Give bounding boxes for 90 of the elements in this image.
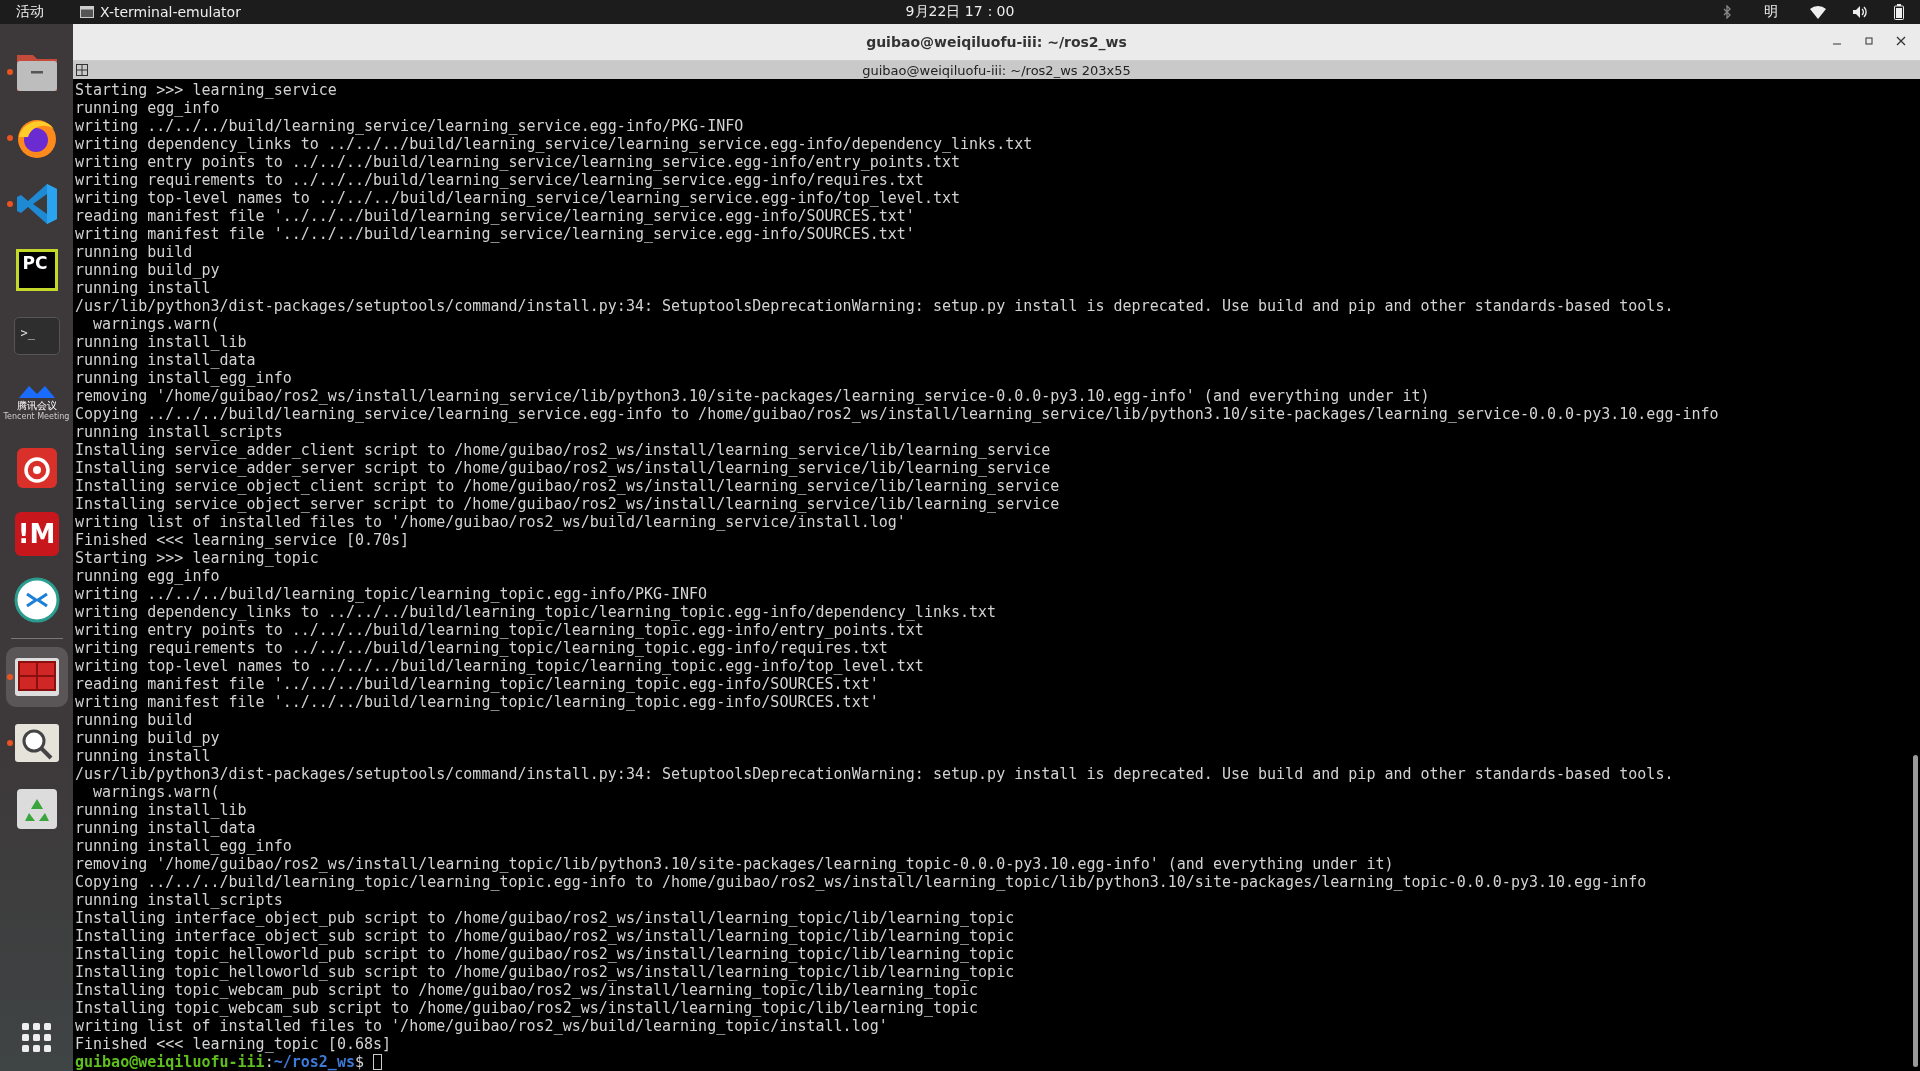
volume-icon[interactable] <box>1852 5 1868 19</box>
terminal-icon[interactable]: >_ <box>13 317 60 355</box>
terminal-line: Finished <<< learning_topic [0.68s] <box>75 1035 393 1053</box>
ide-logo-text: PC <box>22 255 48 272</box>
clock[interactable]: 9月22日 17：00 <box>899 3 1021 21</box>
terminal-line: Installing interface_object_pub script to /home/guibao/ros2_ws/install/learning_topic/lib/learning_topic <box>75 909 1016 927</box>
terminal-header: guibao@weiqiluofu-iii: ~/ros2_ws 203x55 <box>862 62 1131 78</box>
terminal-line: writing list of installed files to '/home/guibao/ros2_ws/build/learning_service/install.log' <box>75 513 907 531</box>
terminal-line: writing entry points to ../../../build/learning_topic/learning_topic.egg-info/entry_points.txt <box>75 621 925 639</box>
bluetooth-icon[interactable] <box>1722 5 1732 19</box>
terminal-line: removing '/home/guibao/ros2_ws/install/learning_service/lib/python3.10/site-packages/learning_service-0.0.0-py3.10.egg-info' (and everything under it) <box>75 387 1431 405</box>
maximize-button[interactable] <box>1862 34 1876 48</box>
terminal-line: writing dependency_links to ../../../build/learning_service/learning_service.egg-info/dependency_links.txt <box>75 135 1034 153</box>
minimize-icon <box>1833 43 1841 45</box>
text-cursor <box>373 1054 382 1070</box>
terminal-line: Installing topic_helloworld_pub script to /home/guibao/ros2_ws/install/learning_topic/lib/learning_topic <box>75 945 1016 963</box>
meeting-label: 腾讯会议 <box>16 399 57 412</box>
app-grid-icon[interactable] <box>21 1023 52 1053</box>
mail-logo-text: !M <box>17 519 56 549</box>
remote-desktop-icon[interactable] <box>13 577 60 623</box>
prompt-line: guibao@weiqiluofu-iii:~/ros2_ws$ <box>75 1053 364 1071</box>
terminal-line: Installing service_adder_server script to /home/guibao/ros2_ws/install/learning_service/lib/learning_service <box>75 459 1052 477</box>
terminal-line: writing manifest file '../../../build/learning_topic/learning_topic.egg-info/SOURCES.txt' <box>75 693 880 711</box>
meeting-sublabel: Tencent Meeting <box>3 411 70 421</box>
activities-button[interactable]: 活动 <box>10 3 50 21</box>
layout-icon[interactable] <box>76 64 88 76</box>
terminal-line: Copying ../../../build/learning_topic/learning_topic.egg-info to /home/guibao/ros2_ws/install/learning_topic/lib/python3.10/site-packages/learning_topic-0.0.0-py3.10.egg-info <box>75 873 1648 891</box>
terminal-line: writing manifest file '../../../build/learning_service/learning_service.egg-info/SOURCES.txt' <box>75 225 916 243</box>
terminal-line: Installing interface_object_sub script to /home/guibao/ros2_ws/install/learning_topic/lib/learning_topic <box>75 927 1016 945</box>
recycle-bin-icon[interactable] <box>14 787 59 831</box>
window-icon <box>80 6 94 18</box>
close-button[interactable] <box>1894 34 1908 48</box>
terminal-line: running install_egg_info <box>75 369 293 387</box>
terminal-line: Installing service_object_client script to /home/guibao/ros2_ws/install/learning_service/lib/learning_service <box>75 477 1061 495</box>
app-name[interactable]: X-terminal-emulator <box>100 4 241 20</box>
terminal-line: reading manifest file '../../../build/learning_topic/learning_topic.egg-info/SOURCES.txt' <box>75 675 880 693</box>
terminal-line: reading manifest file '../../../build/learning_service/learning_service.egg-info/SOURCES.txt' <box>75 207 916 225</box>
terminal-line: writing requirements to ../../../build/learning_topic/learning_topic.egg-info/requires.txt <box>75 639 889 657</box>
terminal-line: Copying ../../../build/learning_service/learning_service.egg-info to /home/guibao/ros2_ws/install/learning_service/lib/python3.10/site-packages/learning_service-0.0.0-py3.10.egg-info <box>75 405 1720 423</box>
mail-icon[interactable]: !M <box>14 512 59 556</box>
battery-icon[interactable] <box>1894 4 1904 20</box>
terminal-grid-icon[interactable] <box>13 657 60 697</box>
wifi-icon[interactable] <box>1810 5 1826 19</box>
meeting-logo <box>16 383 57 400</box>
terminal-line: writing list of installed files to '/home/guibao/ros2_ws/build/learning_topic/install.log' <box>75 1017 889 1035</box>
terminal-line: running install_scripts <box>75 891 284 909</box>
maximize-icon <box>1862 34 1876 48</box>
terminal-line: Installing service_adder_client script to /home/guibao/ros2_ws/install/learning_service/lib/learning_service <box>75 441 1052 459</box>
terminal-line: running build <box>75 243 194 261</box>
terminal-line: running build_py <box>75 261 221 279</box>
close-icon <box>1894 34 1908 48</box>
prompt-glyph: >_ <box>20 326 35 340</box>
meeting-icon[interactable]: 腾讯会议 Tencent Meeting <box>5 383 68 421</box>
terminal-line: Installing topic_webcam_pub script to /home/guibao/ros2_ws/install/learning_topic/lib/learning_topic <box>75 981 980 999</box>
terminal-line: running install_lib <box>75 333 248 351</box>
terminal-line: running install_lib <box>75 801 248 819</box>
terminal-line: Starting >>> learning_service <box>75 81 338 99</box>
magnifier-icon[interactable] <box>13 723 60 763</box>
terminal-line: writing requirements to ../../../build/learning_service/learning_service.egg-info/requires.txt <box>75 171 925 189</box>
terminal-line: writing ../../../build/learning_service/learning_service.egg-info/PKG-INFO <box>75 117 745 135</box>
terminal-line: Starting >>> learning_topic <box>75 549 320 567</box>
terminal-line: Installing topic_webcam_sub script to /home/guibao/ros2_ws/install/learning_topic/lib/learning_topic <box>75 999 980 1017</box>
window-title: guibao@weiqiluofu-iii: ~/ros2_ws <box>866 34 1127 50</box>
terminal-line: running install_scripts <box>75 423 284 441</box>
terminal-line: running egg_info <box>75 99 221 117</box>
terminal-line: Installing service_object_server script to /home/guibao/ros2_ws/install/learning_service/lib/learning_service <box>75 495 1061 513</box>
terminal-line: running install_data <box>75 351 257 369</box>
terminal-line: warnings.warn( <box>92 315 221 333</box>
terminal-line: writing dependency_links to ../../../build/learning_topic/learning_topic.egg-info/dependency_links.txt <box>75 603 998 621</box>
terminal-line: Installing topic_helloworld_sub script to /home/guibao/ros2_ws/install/learning_topic/lib/learning_topic <box>75 963 1016 981</box>
terminal-line: /usr/lib/python3/dist-packages/setuptools/command/install.py:34: SetuptoolsDeprecationWarning: setup.py install is deprecated. Use build and pip and other standards-based tools. <box>75 297 1675 315</box>
terminal-line: /usr/lib/python3/dist-packages/setuptools/command/install.py:34: SetuptoolsDeprecationWarning: setup.py install is deprecated. Use build and pip and other standards-based tools. <box>75 765 1675 783</box>
terminal-line: running build_py <box>75 729 221 747</box>
terminal-line: running install <box>75 279 212 297</box>
terminal-line: warnings.warn( <box>92 783 221 801</box>
ide-icon[interactable]: PC <box>15 249 58 291</box>
terminal-line: running build <box>75 711 194 729</box>
terminal-line: running install_egg_info <box>75 837 293 855</box>
terminal-line: writing top-level names to ../../../build/learning_topic/learning_topic.egg-info/top_level.txt <box>75 657 925 675</box>
terminal-line: removing '/home/guibao/ros2_ws/install/learning_topic/lib/python3.10/site-packages/learning_topic-0.0.0-py3.10.egg-info' (and everything under it) <box>75 855 1395 873</box>
scrollbar[interactable] <box>1913 755 1918 1067</box>
terminal-line: running install <box>75 747 212 765</box>
terminal-line: Finished <<< learning_service [0.70s] <box>75 531 411 549</box>
music-icon[interactable] <box>14 446 59 490</box>
terminal-line: writing ../../../build/learning_topic/learning_topic.egg-info/PKG-INFO <box>75 585 709 603</box>
terminal-line: running install_data <box>75 819 257 837</box>
terminal-line: writing entry points to ../../../build/learning_service/learning_service.egg-info/entry_points.txt <box>75 153 961 171</box>
terminal-line: writing top-level names to ../../../build/learning_service/learning_service.egg-info/top_level.txt <box>75 189 961 207</box>
terminal-line: running egg_info <box>75 567 221 585</box>
input-method-indicator[interactable]: 明 <box>1758 3 1784 21</box>
